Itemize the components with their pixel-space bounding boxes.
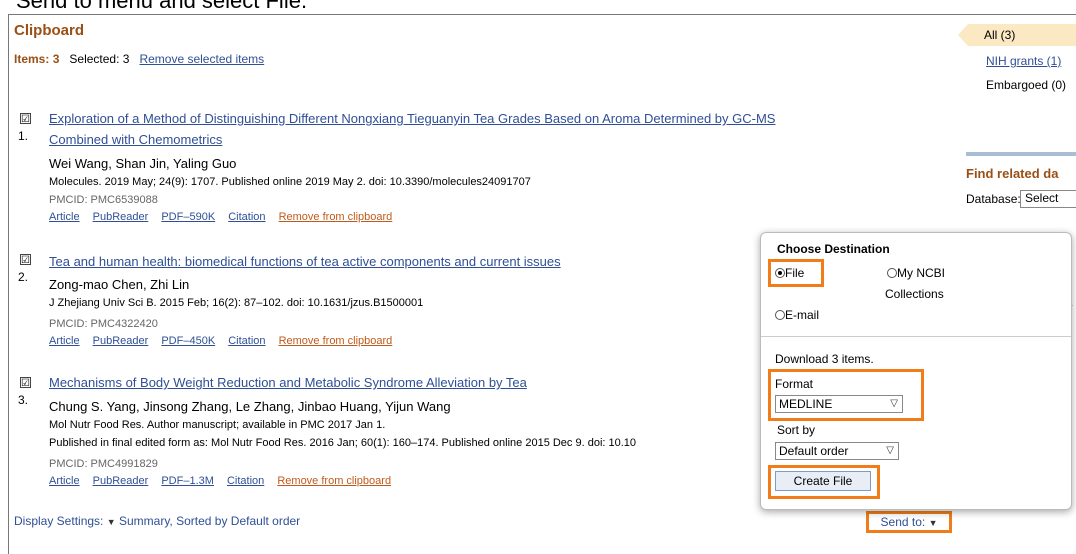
result-1-citation: Molecules. 2019 May; 24(9): 1707. Publis… (49, 176, 531, 188)
email-radio-option[interactable]: E-mail (775, 308, 819, 322)
result-2-pdf-link[interactable]: PDF–450K (161, 335, 215, 347)
result-1-title[interactable]: Exploration of a Method of Distinguishin… (49, 111, 775, 126)
collections-radio-label-cont: Collections (885, 287, 944, 301)
remove-selected-link[interactable]: Remove selected items (139, 52, 264, 66)
file-radio-option[interactable]: File (775, 266, 804, 280)
display-settings-label: Display Settings: (14, 514, 104, 528)
filter-tab-all[interactable]: All (3) (958, 24, 1076, 46)
find-related-heading: Find related da (966, 166, 1059, 181)
result-3-article-link[interactable]: Article (49, 475, 80, 487)
result-2-title[interactable]: Tea and human health: biomedical functio… (49, 254, 561, 269)
database-label: Database: (966, 192, 1021, 206)
database-select[interactable]: Select (1020, 190, 1076, 208)
format-label: Format (775, 377, 814, 391)
result-3-links: Article PubReader PDF–1.3M Citation Remo… (49, 475, 401, 487)
chevron-down-icon: ▽ (886, 445, 894, 456)
result-1-title-cont[interactable]: Combined with Chemometrics (49, 132, 222, 147)
sort-by-label: Sort by (777, 423, 816, 437)
result-3-authors: Chung S. Yang, Jinsong Zhang, Le Zhang, … (49, 399, 451, 414)
clipboard-title: Clipboard (14, 22, 84, 39)
result-2-pubreader-link[interactable]: PubReader (93, 335, 149, 347)
result-1-pdf-link[interactable]: PDF–590K (161, 211, 215, 223)
result-2-remove-link[interactable]: Remove from clipboard (279, 335, 393, 347)
file-radio-label: File (785, 266, 805, 280)
result-3-citation-final: Published in final edited form as: Mol N… (49, 437, 637, 449)
result-2-checkbox[interactable]: ☑ (20, 254, 31, 266)
result-1-citation-link[interactable]: Citation (228, 211, 265, 223)
result-3-citation-link[interactable]: Citation (227, 475, 264, 487)
result-1-checkbox[interactable]: ☑ (20, 113, 31, 125)
result-2-pmcid: PMCID: PMC4322420 (49, 318, 158, 330)
result-1-article-link[interactable]: Article (49, 211, 80, 223)
result-3-pmcid: PMCID: PMC4991829 (49, 458, 158, 470)
email-radio-label: E-mail (785, 308, 820, 322)
choose-destination-heading: Choose Destination (777, 242, 890, 256)
create-file-button[interactable]: Create File (775, 471, 871, 491)
result-2-number: 2. (18, 270, 29, 284)
format-select[interactable]: MEDLINE ▽ (775, 395, 903, 413)
format-select-value: MEDLINE (779, 397, 833, 411)
download-count-text: Download 3 items. (775, 352, 874, 366)
radio-unselected-icon[interactable] (775, 310, 785, 320)
result-2-article-link[interactable]: Article (49, 335, 80, 347)
radio-unselected-icon[interactable] (887, 268, 897, 278)
radio-selected-icon[interactable] (775, 268, 785, 278)
result-3-citation: Mol Nutr Food Res. Author manuscript; av… (49, 419, 386, 431)
result-1-pmcid: PMCID: PMC6539088 (49, 194, 158, 206)
caret-down-icon: ▼ (928, 518, 938, 528)
result-1-authors: Wei Wang, Shan Jin, Yaling Guo (49, 156, 237, 171)
result-2-links: Article PubReader PDF–450K Citation Remo… (49, 335, 402, 347)
result-1-remove-link[interactable]: Remove from clipboard (279, 211, 393, 223)
collections-radio-label: My NCBI (897, 266, 945, 280)
result-3-remove-link[interactable]: Remove from clipboard (277, 475, 391, 487)
send-to-button[interactable]: Send to: ▼ (866, 511, 952, 533)
result-3-title[interactable]: Mechanisms of Body Weight Reduction and … (49, 375, 527, 390)
items-count: 3 (52, 52, 60, 66)
result-1-pubreader-link[interactable]: PubReader (93, 211, 149, 223)
filter-nih-grants[interactable]: NIH grants (1) (986, 54, 1061, 68)
result-1-number: 1. (18, 129, 29, 143)
popup-divider (761, 336, 1071, 337)
result-3-number: 3. (18, 393, 29, 407)
display-settings-value: Summary, Sorted by Default order (118, 514, 301, 528)
filter-embargoed: Embargoed (0) (986, 78, 1067, 92)
selected-count: Selected: 3 (69, 52, 130, 66)
result-1-links: Article PubReader PDF–590K Citation Remo… (49, 211, 402, 223)
result-2-citation: J Zhejiang Univ Sci B. 2015 Feb; 16(2): … (49, 297, 424, 309)
display-settings[interactable]: Display Settings: ▼ Summary, Sorted by D… (14, 514, 300, 528)
result-3-pdf-link[interactable]: PDF–1.3M (161, 475, 214, 487)
sort-by-select-value: Default order (779, 444, 849, 458)
result-2-authors: Zong-mao Chen, Zhi Lin (49, 277, 190, 292)
result-3-pubreader-link[interactable]: PubReader (93, 475, 149, 487)
send-to-popup: Choose Destination File My NCBI Collecti… (760, 232, 1072, 510)
chevron-down-icon: ▽ (890, 398, 898, 409)
sort-by-select[interactable]: Default order ▽ (775, 442, 899, 460)
caret-down-icon: ▼ (106, 517, 116, 527)
sidebar-divider (966, 152, 1076, 156)
send-to-label: Send to: (880, 515, 926, 529)
items-label: Items: (14, 52, 50, 66)
items-summary: Items: 3 Selected: 3 Remove selected ite… (14, 52, 264, 66)
result-3-checkbox[interactable]: ☑ (20, 377, 31, 389)
instruction-text: Send to menu and select File. (16, 0, 308, 13)
collections-radio-option[interactable]: My NCBI (887, 266, 945, 280)
result-2-citation-link[interactable]: Citation (228, 335, 265, 347)
